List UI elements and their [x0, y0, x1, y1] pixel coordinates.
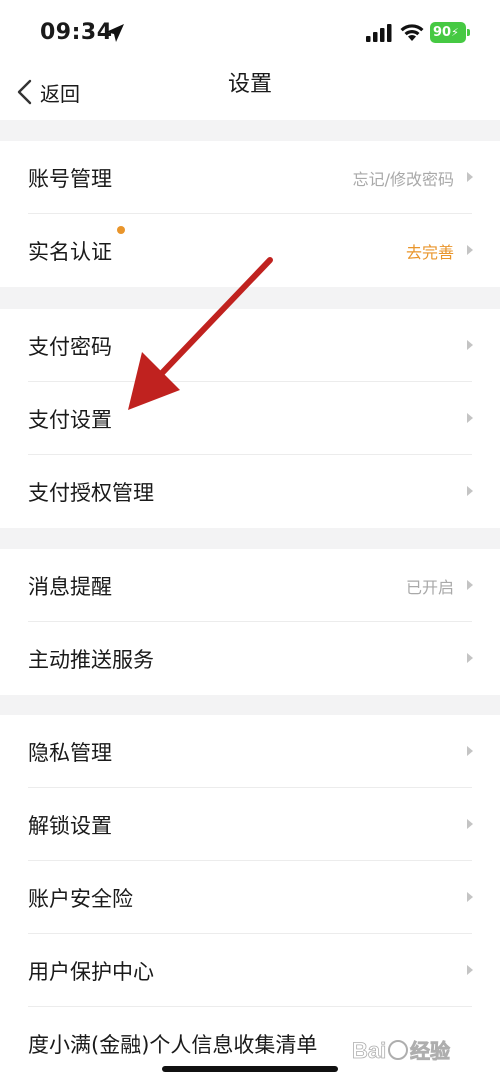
- notification-group: 消息提醒 已开启 主动推送服务: [0, 549, 500, 695]
- baidu-watermark: Bai 经验: [352, 1032, 492, 1068]
- account-group: 账号管理 忘记/修改密码 实名认证 去完善: [0, 141, 500, 287]
- privacy-security-group: 隐私管理 解锁设置 账户安全险 用户保护中心 度小满(金融)个人信息收集清单: [0, 715, 500, 1083]
- row-label: 支付设置: [28, 407, 112, 432]
- notification-dot: [117, 226, 125, 234]
- row-label: 解锁设置: [28, 813, 112, 838]
- row-label: 支付密码: [28, 334, 112, 359]
- row-label: 消息提醒: [28, 574, 112, 599]
- chevron-left-icon: [17, 79, 32, 105]
- chevron-right-icon: [467, 819, 473, 829]
- svg-text:经验: 经验: [410, 1039, 450, 1063]
- chevron-right-icon: [467, 245, 473, 255]
- row-value: 去完善: [405, 242, 454, 262]
- row-value: 已开启: [405, 577, 454, 597]
- battery-indicator: 90⚡: [430, 22, 470, 43]
- chevron-right-icon: [467, 653, 473, 663]
- row-value: 忘记/修改密码: [352, 169, 454, 189]
- settings-row-account-management[interactable]: 账号管理 忘记/修改密码: [0, 141, 500, 214]
- settings-row-push-service[interactable]: 主动推送服务: [0, 622, 500, 695]
- chevron-right-icon: [467, 486, 473, 496]
- settings-row-user-protection-center[interactable]: 用户保护中心: [0, 934, 500, 1007]
- row-label: 支付授权管理: [28, 480, 154, 505]
- wifi-icon: [400, 24, 424, 41]
- row-label: 用户保护中心: [28, 959, 154, 984]
- row-label: 账户安全险: [28, 886, 133, 911]
- chevron-right-icon: [467, 746, 473, 756]
- battery-level: 90: [433, 25, 452, 40]
- settings-row-payment-password[interactable]: 支付密码: [0, 309, 500, 382]
- svg-text:Bai: Bai: [352, 1038, 386, 1063]
- chevron-right-icon: [467, 340, 473, 350]
- row-label: 实名认证: [28, 239, 112, 264]
- payment-group: 支付密码 支付设置 支付授权管理: [0, 309, 500, 528]
- chevron-right-icon: [467, 580, 473, 590]
- navigation-bar: 设置 返回: [0, 66, 500, 120]
- status-bar: 09:34 90⚡: [0, 0, 500, 66]
- settings-row-real-name-verification[interactable]: 实名认证 去完善: [0, 214, 500, 287]
- row-label: 主动推送服务: [28, 647, 154, 672]
- status-time: 09:34: [40, 20, 113, 45]
- settings-row-unlock-settings[interactable]: 解锁设置: [0, 788, 500, 861]
- chevron-right-icon: [467, 965, 473, 975]
- settings-row-payment-settings[interactable]: 支付设置: [0, 382, 500, 455]
- row-label: 隐私管理: [28, 740, 112, 765]
- row-label: 度小满(金融)个人信息收集清单: [28, 1032, 318, 1057]
- location-arrow-icon: [106, 24, 124, 42]
- back-label: 返回: [40, 81, 80, 106]
- home-indicator[interactable]: [162, 1066, 338, 1072]
- settings-row-privacy-management[interactable]: 隐私管理: [0, 715, 500, 788]
- chevron-right-icon: [467, 892, 473, 902]
- row-label: 账号管理: [28, 166, 112, 191]
- chevron-right-icon: [467, 172, 473, 182]
- settings-row-account-security-insurance[interactable]: 账户安全险: [0, 861, 500, 934]
- settings-row-message-reminder[interactable]: 消息提醒 已开启: [0, 549, 500, 622]
- top-bar: 09:34 90⚡ 设置 返回: [0, 0, 500, 120]
- chevron-right-icon: [467, 413, 473, 423]
- back-button[interactable]: 返回: [16, 72, 80, 112]
- settings-row-payment-authorization[interactable]: 支付授权管理: [0, 455, 500, 528]
- baidu-logo-icon: Bai 经验: [352, 1038, 451, 1064]
- cellular-signal-icon: [366, 24, 392, 42]
